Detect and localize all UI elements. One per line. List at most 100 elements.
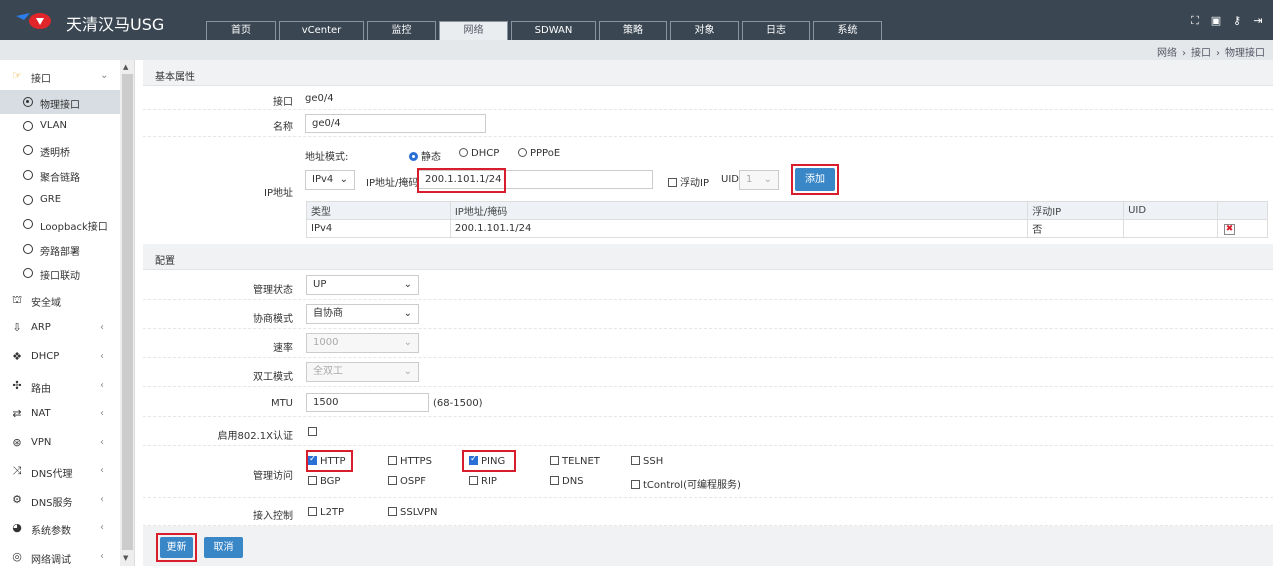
chevron-left-icon: ‹ — [100, 465, 104, 476]
tab-log[interactable]: 日志 — [742, 21, 810, 40]
access-label: 接入控制 — [253, 511, 293, 522]
tab-home[interactable]: 首页 — [206, 21, 276, 40]
dns-checkbox[interactable]: DNS — [550, 476, 584, 487]
building-icon: ⛫ — [11, 293, 23, 306]
column-ip: IP地址/掩码 — [449, 201, 1029, 220]
negotiation-label: 协商模式 — [253, 314, 293, 325]
name-label: 名称 — [273, 122, 293, 133]
mtu-range: (68-1500) — [433, 398, 483, 409]
translate-icon[interactable]: ⛶ — [1188, 14, 1202, 28]
name-input[interactable]: ge0/4 — [305, 114, 486, 133]
speed-select[interactable]: 1000 ⌄ — [306, 333, 419, 353]
sidebar-item-dns-service[interactable]: ⚙ DNS服务 ‹ — [0, 486, 120, 514]
mtu-input[interactable]: 1500 — [306, 393, 429, 412]
ssh-checkbox[interactable]: SSH — [631, 456, 663, 467]
dot1x-label: 启用802.1X认证 — [217, 431, 293, 442]
bgp-checkbox[interactable]: BGP — [308, 476, 340, 487]
sidebar-item-arp[interactable]: ⇩ ARP ‹ — [0, 314, 120, 342]
top-header: 天清汉马USG 首页 vCenter 监控 网络 SDWAN 策略 对象 日志 … — [0, 0, 1273, 40]
breadcrumb-separator: › — [1216, 48, 1220, 59]
sidebar-item-dns-proxy[interactable]: ⤨ DNS代理 ‹ — [0, 457, 120, 485]
ip-mask-label: IP地址/掩码 — [366, 178, 419, 189]
sidebar-subitem-loopback[interactable]: Loopback接口 — [0, 212, 120, 236]
sidebar-item-sysparam[interactable]: ◕ 系统参数 ‹ — [0, 514, 120, 542]
https-checkbox[interactable]: HTTPS — [388, 456, 432, 467]
sidebar-subitem-physical[interactable]: 物理接口 — [0, 90, 120, 114]
sidebar-item-zone[interactable]: ⛫ 安全域 — [0, 286, 120, 314]
sidebar-item-dhcp[interactable]: ❖ DHCP ‹ — [0, 343, 120, 371]
table-header: 类型 IP地址/掩码 浮动IP UID — [306, 201, 1268, 220]
sidebar-item-route[interactable]: ✣ 路由 ‹ — [0, 372, 120, 400]
tab-system[interactable]: 系统 — [813, 21, 882, 40]
telnet-checkbox[interactable]: TELNET — [550, 456, 600, 467]
sidebar-subitem-bypass[interactable]: 旁路部署 — [0, 237, 120, 261]
rip-checkbox[interactable]: RIP — [469, 476, 497, 487]
tab-vcenter[interactable]: vCenter — [279, 21, 364, 40]
chevron-down-icon: ⌄ — [403, 337, 412, 348]
sidebar-item-netdebug[interactable]: ◎ 网络调试 ‹ — [0, 543, 120, 566]
tab-monitor[interactable]: 监控 — [367, 21, 436, 40]
tab-sdwan[interactable]: SDWAN — [511, 21, 596, 40]
sidebar-item-label: 接口 — [31, 74, 51, 85]
radio-icon — [23, 97, 33, 107]
tcontrol-checkbox[interactable]: tControl(可编程服务) — [631, 476, 741, 491]
uid-label: UID — [721, 174, 739, 185]
tab-object[interactable]: 对象 — [670, 21, 739, 40]
sidebar-item-interface[interactable]: ☞ 接口 ⌄ — [0, 62, 120, 90]
sidebar-subitem-vlan[interactable]: VLAN — [0, 114, 120, 138]
delete-icon[interactable]: ✖ — [1224, 223, 1236, 235]
highlight-box — [791, 164, 839, 195]
ospf-checkbox[interactable]: OSPF — [388, 476, 426, 487]
sidebar-item-vpn[interactable]: ⊛ VPN ‹ — [0, 429, 120, 457]
radio-icon — [23, 195, 33, 205]
mode-pppoe-radio[interactable]: PPPoE — [518, 148, 560, 159]
l2tp-checkbox[interactable]: L2TP — [308, 507, 344, 518]
action-bar: 更新 取消 — [143, 526, 1273, 566]
column-type: 类型 — [306, 201, 451, 220]
save-icon[interactable]: ▣ — [1209, 14, 1223, 28]
mtu-label: MTU — [270, 398, 293, 409]
scroll-up-icon[interactable]: ▲ — [123, 63, 128, 71]
breadcrumb-physical: 物理接口 — [1225, 48, 1265, 59]
admin-status-select[interactable]: UP ⌄ — [306, 275, 419, 295]
sidebar-subitem-label: 旁路部署 — [40, 247, 80, 258]
float-ip-checkbox[interactable]: 浮动IP — [668, 174, 709, 189]
scroll-down-icon[interactable]: ▼ — [123, 554, 128, 562]
uid-select[interactable]: 1 ⌄ — [739, 170, 779, 190]
key-icon[interactable]: ⚷ — [1230, 14, 1244, 28]
radio-icon — [459, 148, 468, 157]
chevron-left-icon: ‹ — [100, 351, 104, 362]
sidebar-subitem-aggregate[interactable]: 聚合链路 — [0, 163, 120, 187]
mgmt-access-row: 管理访问 HTTP HTTPS PING TELNET SSH BGP OSPF… — [143, 446, 1273, 498]
cancel-button[interactable]: 取消 — [204, 537, 243, 558]
highlight-box — [417, 168, 506, 193]
chevron-left-icon: ‹ — [100, 522, 104, 533]
mode-static-radio[interactable]: 静态 — [409, 148, 441, 163]
cell-ip: 200.1.101.1/24 — [449, 219, 1029, 238]
dot1x-checkbox[interactable] — [308, 427, 320, 438]
tab-network[interactable]: 网络 — [439, 21, 508, 40]
breadcrumb-network[interactable]: 网络 — [1157, 48, 1177, 59]
sidebar-item-nat[interactable]: ⇄ NAT ‹ — [0, 400, 120, 428]
radio-icon — [23, 219, 33, 229]
duplex-select[interactable]: 全双工 ⌄ — [306, 362, 419, 382]
breadcrumb-interface[interactable]: 接口 — [1191, 48, 1211, 59]
negotiation-select[interactable]: 自协商 ⌄ — [306, 304, 419, 324]
sidebar-subitem-linkage[interactable]: 接口联动 — [0, 261, 120, 285]
scrollbar-thumb[interactable] — [122, 74, 133, 550]
logout-icon[interactable]: ⇥ — [1251, 14, 1265, 28]
chevron-down-icon: ⌄ — [763, 174, 772, 185]
sidebar-subitem-gre[interactable]: GRE — [0, 188, 120, 212]
admin-status-row: 管理状态 UP ⌄ — [143, 271, 1273, 300]
sidebar-scrollbar[interactable]: ▲ ▼ — [120, 60, 134, 566]
ip-version-select[interactable]: IPv4 ⌄ — [305, 170, 355, 190]
ip-table: 类型 IP地址/掩码 浮动IP UID IPv4 200.1.101.1/24 … — [306, 201, 1268, 238]
mode-dhcp-radio[interactable]: DHCP — [459, 148, 499, 159]
arp-icon: ⇩ — [12, 321, 22, 334]
sidebar-subitem-bridge[interactable]: 透明桥 — [0, 138, 120, 162]
tab-policy[interactable]: 策略 — [599, 21, 667, 40]
sslvpn-checkbox[interactable]: SSLVPN — [388, 507, 438, 518]
interface-value: ge0/4 — [305, 93, 334, 104]
chevron-left-icon: ‹ — [100, 494, 104, 505]
interface-row: 接口 ge0/4 — [143, 86, 1273, 110]
